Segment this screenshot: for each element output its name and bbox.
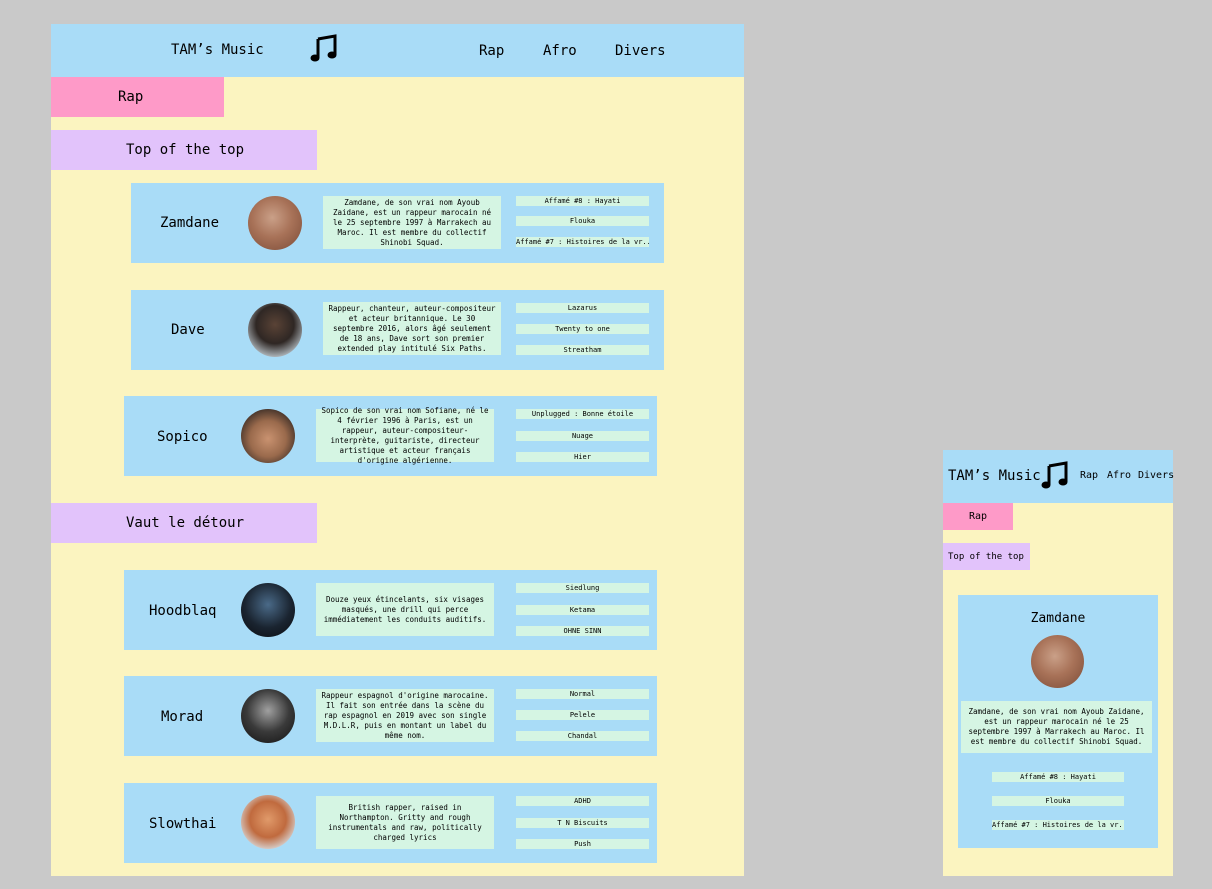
header: TAM’s Music Rap Afro Divers	[51, 24, 744, 77]
song-item[interactable]: Ketama	[516, 605, 649, 615]
nav-rap[interactable]: Rap	[479, 43, 504, 59]
section-label: Vaut le détour	[126, 515, 245, 531]
artist-name: Zamdane	[160, 215, 220, 231]
song-item[interactable]: Twenty to one	[516, 324, 649, 334]
song-item[interactable]: Affamé #8 : Hayati	[516, 196, 649, 206]
song-item[interactable]: Pelele	[516, 710, 649, 720]
artist-name: Hoodblaq	[149, 603, 217, 619]
artist-description: Rappeur espagnol d'origine marocaine. Il…	[316, 689, 494, 742]
site-title: TAM’s Music	[948, 468, 1041, 484]
category-label: Rap	[969, 511, 988, 522]
song-item[interactable]: Push	[516, 839, 649, 849]
artist-description: Rappeur, chanteur, auteur-compositeur et…	[323, 302, 501, 355]
song-item[interactable]: Affamé #7 : Histoires de la vr..	[516, 237, 649, 247]
section-label: Top of the top	[948, 551, 1024, 562]
artist-description: Sopico de son vrai nom Sofiane, né le 4 …	[316, 406, 494, 465]
song-item[interactable]: OHNE SINN	[516, 626, 649, 636]
artist-card-morad[interactable]: Morad Rappeur espagnol d'origine marocai…	[124, 676, 657, 756]
artist-description: Zamdane, de son vrai nom Ayoub Zaidane, …	[961, 701, 1152, 753]
artist-name: Morad	[161, 709, 204, 725]
artist-name: Zamdane	[1030, 611, 1086, 626]
section-title-top: Top of the top	[51, 130, 317, 170]
song-item[interactable]: Normal	[516, 689, 649, 699]
music-note-icon	[1040, 461, 1070, 495]
song-item[interactable]: Nuage	[516, 431, 649, 441]
nav-afro[interactable]: Afro	[543, 43, 577, 59]
song-item[interactable]: Flouka	[516, 216, 649, 226]
artist-avatar	[1031, 635, 1084, 688]
artist-avatar	[241, 795, 295, 849]
section-title-top: Top of the top	[943, 543, 1030, 570]
song-item[interactable]: Hier	[516, 452, 649, 462]
artist-description: British rapper, raised in Northampton. G…	[316, 796, 494, 849]
nav-afro[interactable]: Afro	[1107, 470, 1131, 481]
category-label: Rap	[118, 89, 144, 105]
song-item[interactable]: Unplugged : Bonne étoile	[516, 409, 649, 419]
section-title-detour: Vaut le détour	[51, 503, 317, 543]
artist-avatar	[241, 409, 295, 463]
song-item[interactable]: Affamé #7 : Histoires de la vr..	[992, 820, 1124, 830]
nav-divers[interactable]: Divers	[1138, 470, 1174, 481]
category-rap[interactable]: Rap	[51, 77, 224, 117]
song-item[interactable]: Streatham	[516, 345, 649, 355]
artist-card-sopico[interactable]: Sopico Sopico de son vrai nom Sofiane, n…	[124, 396, 657, 476]
artist-avatar	[248, 303, 302, 357]
artist-name: Sopico	[157, 429, 208, 445]
artist-card-zamdane[interactable]: Zamdane Zamdane, de son vrai nom Ayoub Z…	[958, 595, 1158, 848]
artist-card-hoodblaq[interactable]: Hoodblaq Douze yeux étincelants, six vis…	[124, 570, 657, 650]
song-item[interactable]: Flouka	[992, 796, 1124, 806]
song-item[interactable]: ADHD	[516, 796, 649, 806]
site-title: TAM’s Music	[171, 42, 264, 58]
artist-avatar	[241, 583, 295, 637]
artist-description: Douze yeux étincelants, six visages masq…	[316, 583, 494, 636]
mobile-frame: TAM’s Music Rap Afro Divers Rap Top of t…	[943, 450, 1174, 876]
artist-card-slowthai[interactable]: Slowthai British rapper, raised in North…	[124, 783, 657, 863]
artist-description: Zamdane, de son vrai nom Ayoub Zaidane, …	[323, 196, 501, 249]
mobile-header: TAM’s Music Rap Afro Divers	[943, 450, 1174, 503]
song-item[interactable]: T N Biscuits	[516, 818, 649, 828]
artist-avatar	[248, 196, 302, 250]
category-rap[interactable]: Rap	[943, 503, 1013, 530]
song-item[interactable]: Siedlung	[516, 583, 649, 593]
artist-name: Slowthai	[149, 816, 217, 832]
artist-avatar	[241, 689, 295, 743]
desktop-frame: TAM’s Music Rap Afro Divers Rap Top of t…	[51, 24, 744, 876]
artist-card-dave[interactable]: Dave Rappeur, chanteur, auteur-composite…	[131, 290, 664, 370]
artist-card-zamdane[interactable]: Zamdane Zamdane, de son vrai nom Ayoub Z…	[131, 183, 664, 263]
nav-divers[interactable]: Divers	[615, 43, 666, 59]
song-item[interactable]: Affamé #8 : Hayati	[992, 772, 1124, 782]
section-label: Top of the top	[126, 142, 245, 158]
artist-name: Dave	[171, 322, 205, 338]
nav-rap[interactable]: Rap	[1080, 470, 1098, 481]
song-item[interactable]: Lazarus	[516, 303, 649, 313]
music-note-icon	[309, 34, 339, 68]
song-item[interactable]: Chandal	[516, 731, 649, 741]
